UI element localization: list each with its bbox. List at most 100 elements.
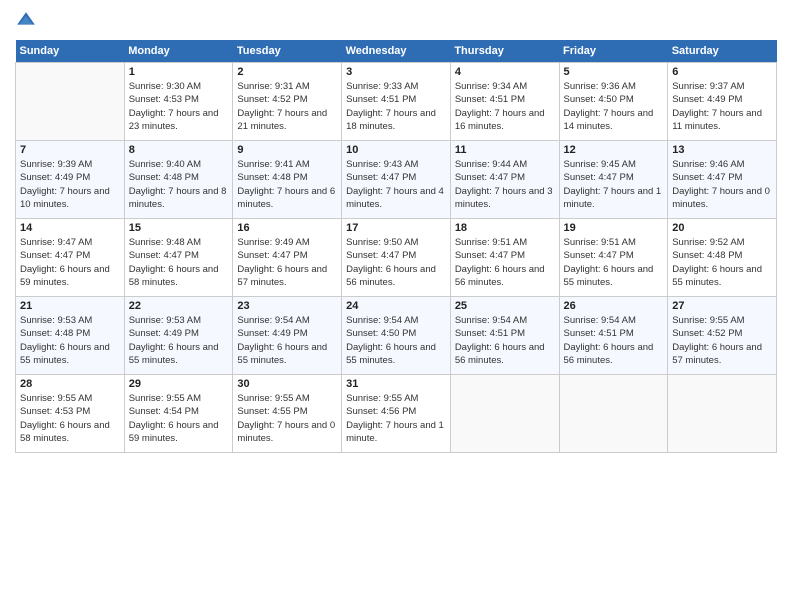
day-info: Sunrise: 9:54 AMSunset: 4:51 PMDaylight:… xyxy=(455,314,555,367)
calendar-cell: 1 Sunrise: 9:30 AMSunset: 4:53 PMDaylight… xyxy=(124,63,233,141)
day-info: Sunrise: 9:55 AMSunset: 4:52 PMDaylight:… xyxy=(672,314,772,367)
day-number: 27 xyxy=(672,300,772,312)
calendar-cell: 8Sunrise: 9:40 AMSunset: 4:48 PMDaylight… xyxy=(124,141,233,219)
day-info: Sunrise: 9:50 AMSunset: 4:47 PMDaylight:… xyxy=(346,236,446,289)
calendar-cell: 18Sunrise: 9:51 AMSunset: 4:47 PMDayligh… xyxy=(450,219,559,297)
day-number: 15 xyxy=(129,222,229,234)
weekday-header-friday: Friday xyxy=(559,40,668,63)
day-number: 1 xyxy=(129,66,229,78)
day-number: 2 xyxy=(237,66,337,78)
day-number: 6 xyxy=(672,66,772,78)
day-info: Sunrise: 9:52 AMSunset: 4:48 PMDaylight:… xyxy=(672,236,772,289)
calendar-cell: 7 Sunrise: 9:39 AMSunset: 4:49 PMDaylight… xyxy=(16,141,125,219)
page-container: SundayMondayTuesdayWednesdayThursdayFrid… xyxy=(0,0,792,463)
calendar-cell: 28Sunrise: 9:55 AMSunset: 4:53 PMDayligh… xyxy=(16,375,125,453)
day-info: Sunrise: 9:40 AMSunset: 4:48 PMDaylight:… xyxy=(129,158,229,211)
day-info: Sunrise: 9:45 AMSunset: 4:47 PMDaylight:… xyxy=(564,158,664,211)
calendar-cell: 30 Sunrise: 9:55 AMSunset: 4:55 PMDayligh… xyxy=(233,375,342,453)
day-number: 10 xyxy=(346,144,446,156)
day-info: Sunrise: 9:49 AMSunset: 4:47 PMDaylight:… xyxy=(237,236,337,289)
day-info: Sunrise: 9:30 AMSunset: 4:53 PMDaylight:… xyxy=(129,80,229,133)
day-number: 7 xyxy=(20,144,120,156)
day-info: Sunrise: 9:36 AMSunset: 4:50 PMDaylight:… xyxy=(564,80,664,133)
week-row-3: 14 Sunrise: 9:47 AMSunset: 4:47 PMDayligh… xyxy=(16,219,777,297)
day-number: 17 xyxy=(346,222,446,234)
day-number: 30 xyxy=(237,378,337,390)
calendar-cell: 11Sunrise: 9:44 AMSunset: 4:47 PMDayligh… xyxy=(450,141,559,219)
day-info: Sunrise: 9:51 AMSunset: 4:47 PMDaylight:… xyxy=(564,236,664,289)
calendar-cell: 3Sunrise: 9:33 AMSunset: 4:51 PMDaylight… xyxy=(342,63,451,141)
day-number: 19 xyxy=(564,222,664,234)
day-number: 9 xyxy=(237,144,337,156)
day-number: 25 xyxy=(455,300,555,312)
day-info: Sunrise: 9:34 AMSunset: 4:51 PMDaylight:… xyxy=(455,80,555,133)
day-info: Sunrise: 9:43 AMSunset: 4:47 PMDaylight:… xyxy=(346,158,446,211)
calendar-cell: 29Sunrise: 9:55 AMSunset: 4:54 PMDayligh… xyxy=(124,375,233,453)
week-row-1: 1 Sunrise: 9:30 AMSunset: 4:53 PMDaylight… xyxy=(16,63,777,141)
week-row-2: 7 Sunrise: 9:39 AMSunset: 4:49 PMDaylight… xyxy=(16,141,777,219)
calendar-cell: 12 Sunrise: 9:45 AMSunset: 4:47 PMDayligh… xyxy=(559,141,668,219)
day-number: 20 xyxy=(672,222,772,234)
day-number: 29 xyxy=(129,378,229,390)
weekday-header-monday: Monday xyxy=(124,40,233,63)
calendar-cell: 17 Sunrise: 9:50 AMSunset: 4:47 PMDayligh… xyxy=(342,219,451,297)
day-number: 24 xyxy=(346,300,446,312)
weekday-header-sunday: Sunday xyxy=(16,40,125,63)
day-info: Sunrise: 9:54 AMSunset: 4:49 PMDaylight:… xyxy=(237,314,337,367)
day-info: Sunrise: 9:54 AMSunset: 4:51 PMDaylight:… xyxy=(564,314,664,367)
day-info: Sunrise: 9:39 AMSunset: 4:49 PMDaylight:… xyxy=(20,158,120,211)
day-number: 13 xyxy=(672,144,772,156)
calendar-cell: 15 Sunrise: 9:48 AMSunset: 4:47 PMDayligh… xyxy=(124,219,233,297)
day-info: Sunrise: 9:54 AMSunset: 4:50 PMDaylight:… xyxy=(346,314,446,367)
calendar-cell xyxy=(16,63,125,141)
calendar-cell: 24 Sunrise: 9:54 AMSunset: 4:50 PMDayligh… xyxy=(342,297,451,375)
day-info: Sunrise: 9:41 AMSunset: 4:48 PMDaylight:… xyxy=(237,158,337,211)
weekday-header-saturday: Saturday xyxy=(668,40,777,63)
day-info: Sunrise: 9:55 AMSunset: 4:56 PMDaylight:… xyxy=(346,392,446,445)
calendar-table: SundayMondayTuesdayWednesdayThursdayFrid… xyxy=(15,40,777,453)
weekday-header-row: SundayMondayTuesdayWednesdayThursdayFrid… xyxy=(16,40,777,63)
calendar-cell: 4 Sunrise: 9:34 AMSunset: 4:51 PMDaylight… xyxy=(450,63,559,141)
day-number: 26 xyxy=(564,300,664,312)
calendar-cell: 20 Sunrise: 9:52 AMSunset: 4:48 PMDayligh… xyxy=(668,219,777,297)
week-row-5: 28Sunrise: 9:55 AMSunset: 4:53 PMDayligh… xyxy=(16,375,777,453)
day-info: Sunrise: 9:46 AMSunset: 4:47 PMDaylight:… xyxy=(672,158,772,211)
day-number: 12 xyxy=(564,144,664,156)
week-row-4: 21 Sunrise: 9:53 AMSunset: 4:48 PMDayligh… xyxy=(16,297,777,375)
calendar-cell: 27 Sunrise: 9:55 AMSunset: 4:52 PMDayligh… xyxy=(668,297,777,375)
weekday-header-wednesday: Wednesday xyxy=(342,40,451,63)
calendar-cell: 2Sunrise: 9:31 AMSunset: 4:52 PMDaylight… xyxy=(233,63,342,141)
calendar-cell: 5 Sunrise: 9:36 AMSunset: 4:50 PMDaylight… xyxy=(559,63,668,141)
day-number: 11 xyxy=(455,144,555,156)
day-info: Sunrise: 9:51 AMSunset: 4:47 PMDaylight:… xyxy=(455,236,555,289)
day-number: 22 xyxy=(129,300,229,312)
day-number: 4 xyxy=(455,66,555,78)
day-info: Sunrise: 9:53 AMSunset: 4:48 PMDaylight:… xyxy=(20,314,120,367)
day-info: Sunrise: 9:33 AMSunset: 4:51 PMDaylight:… xyxy=(346,80,446,133)
day-info: Sunrise: 9:53 AMSunset: 4:49 PMDaylight:… xyxy=(129,314,229,367)
calendar-cell xyxy=(668,375,777,453)
day-number: 23 xyxy=(237,300,337,312)
weekday-header-thursday: Thursday xyxy=(450,40,559,63)
day-number: 16 xyxy=(237,222,337,234)
calendar-cell: 31Sunrise: 9:55 AMSunset: 4:56 PMDayligh… xyxy=(342,375,451,453)
calendar-cell: 25 Sunrise: 9:54 AMSunset: 4:51 PMDayligh… xyxy=(450,297,559,375)
day-number: 21 xyxy=(20,300,120,312)
calendar-cell: 22 Sunrise: 9:53 AMSunset: 4:49 PMDayligh… xyxy=(124,297,233,375)
logo xyxy=(15,10,41,32)
calendar-cell: 16 Sunrise: 9:49 AMSunset: 4:47 PMDayligh… xyxy=(233,219,342,297)
calendar-cell: 6 Sunrise: 9:37 AMSunset: 4:49 PMDaylight… xyxy=(668,63,777,141)
calendar-cell xyxy=(559,375,668,453)
day-number: 14 xyxy=(20,222,120,234)
calendar-cell: 13 Sunrise: 9:46 AMSunset: 4:47 PMDayligh… xyxy=(668,141,777,219)
day-info: Sunrise: 9:47 AMSunset: 4:47 PMDaylight:… xyxy=(20,236,120,289)
calendar-cell: 19 Sunrise: 9:51 AMSunset: 4:47 PMDayligh… xyxy=(559,219,668,297)
day-number: 28 xyxy=(20,378,120,390)
day-info: Sunrise: 9:37 AMSunset: 4:49 PMDaylight:… xyxy=(672,80,772,133)
day-number: 5 xyxy=(564,66,664,78)
weekday-header-tuesday: Tuesday xyxy=(233,40,342,63)
day-info: Sunrise: 9:48 AMSunset: 4:47 PMDaylight:… xyxy=(129,236,229,289)
header xyxy=(15,10,777,32)
day-info: Sunrise: 9:55 AMSunset: 4:55 PMDaylight:… xyxy=(237,392,337,445)
calendar-cell: 10 Sunrise: 9:43 AMSunset: 4:47 PMDayligh… xyxy=(342,141,451,219)
